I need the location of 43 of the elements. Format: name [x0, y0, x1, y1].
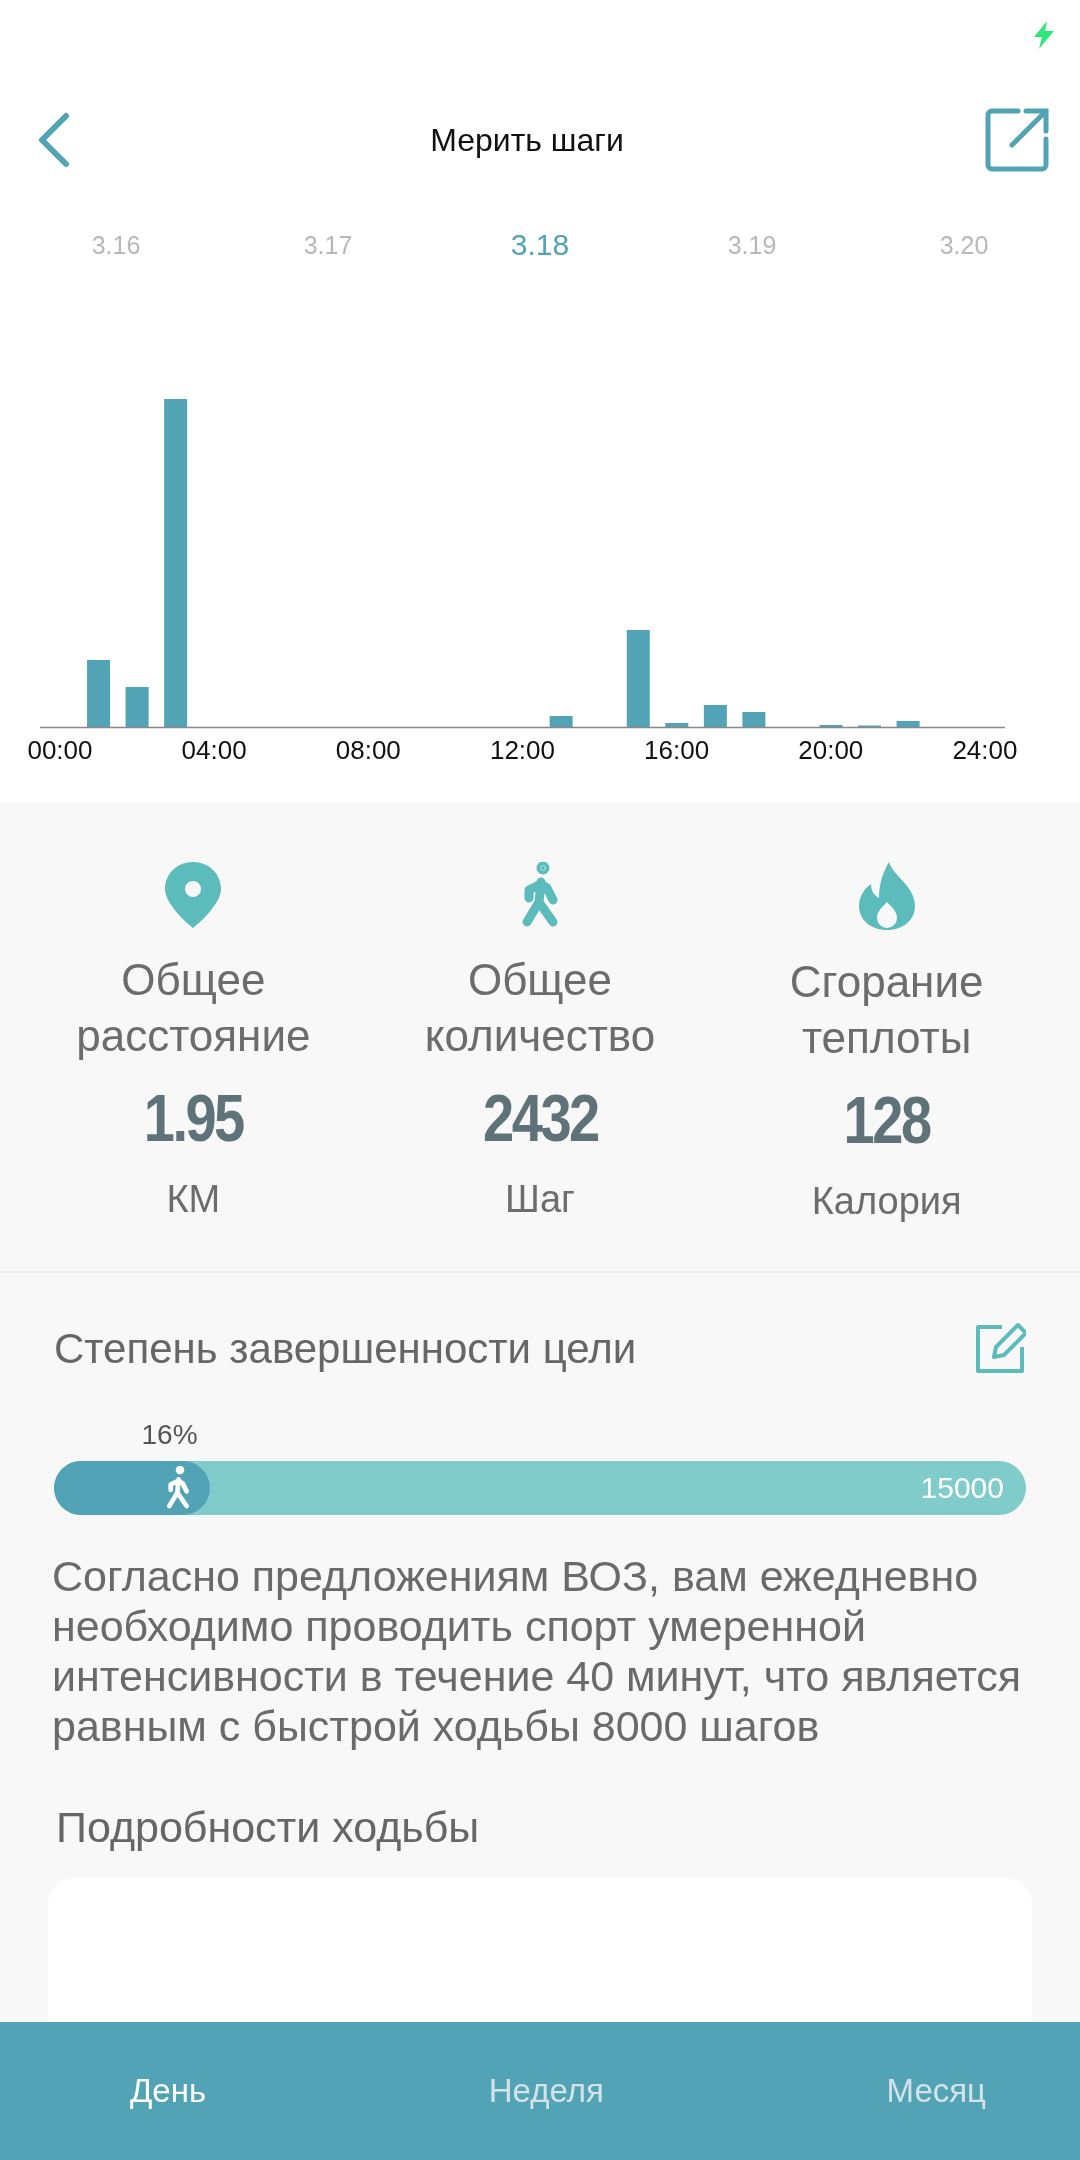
stat-unit: Калория	[811, 1180, 962, 1223]
axis-label: 20:00	[797, 735, 865, 766]
axis-label: 04:00	[180, 735, 248, 766]
chart-bar	[742, 712, 766, 727]
charging-icon	[1034, 21, 1054, 49]
date-tab[interactable]: 3.19	[672, 230, 832, 260]
page-title: Мерить шаги	[430, 121, 624, 159]
percent-label: 16%	[141, 1419, 198, 1452]
period-tab[interactable]: Неделя	[488, 2072, 604, 2110]
date-tab[interactable]: 3.16	[36, 230, 196, 260]
advice-paragraph: Согласно предложениям ВОЗ, вам ежедневно необходимо проводить спорт умеренной интенсивности в течение 40 минут, что является равным с быстрой ходьбы 8000 шагов	[52, 1551, 1023, 1751]
edit-button[interactable]	[974, 1323, 1026, 1375]
axis-label: 24:00	[951, 735, 1019, 766]
stat-unit: Шаг	[505, 1178, 575, 1221]
section-title: Подробности ходьбы	[55, 1803, 481, 1852]
stat-value: 1.95	[143, 1080, 243, 1156]
share-button[interactable]	[984, 107, 1050, 173]
axis-label: 16:00	[643, 735, 711, 766]
chart-bar	[125, 687, 149, 727]
section-title: Степень завершенности цели	[54, 1325, 637, 1373]
date-tab[interactable]: 3.18	[460, 228, 620, 262]
stat-unit: КМ	[166, 1178, 221, 1221]
chart-bar	[665, 723, 689, 727]
goal-target: 15000	[920, 1471, 1004, 1505]
back-button[interactable]	[36, 112, 70, 168]
chart-bar	[87, 660, 111, 727]
chart-bar	[549, 716, 573, 727]
chart-bar	[703, 705, 727, 727]
date-tab[interactable]: 3.20	[884, 230, 1044, 260]
location-pin-icon	[165, 862, 222, 928]
stat-value: 128	[843, 1082, 930, 1158]
axis-label: 12:00	[488, 735, 556, 766]
flame-icon	[858, 862, 915, 930]
period-tab[interactable]: День	[130, 2072, 207, 2110]
stat-label: Общее расстояние	[75, 954, 312, 1062]
period-tab[interactable]: Месяц	[886, 2072, 986, 2110]
stat-label: Сгорание теплоты	[788, 956, 985, 1064]
axis-label: 08:00	[334, 735, 402, 766]
stat-value: 2432	[482, 1080, 598, 1156]
chart-bar	[896, 721, 920, 727]
axis-label: 00:00	[26, 735, 94, 766]
date-tab[interactable]: 3.17	[248, 230, 408, 260]
stat-label: Общее количество	[423, 954, 657, 1062]
